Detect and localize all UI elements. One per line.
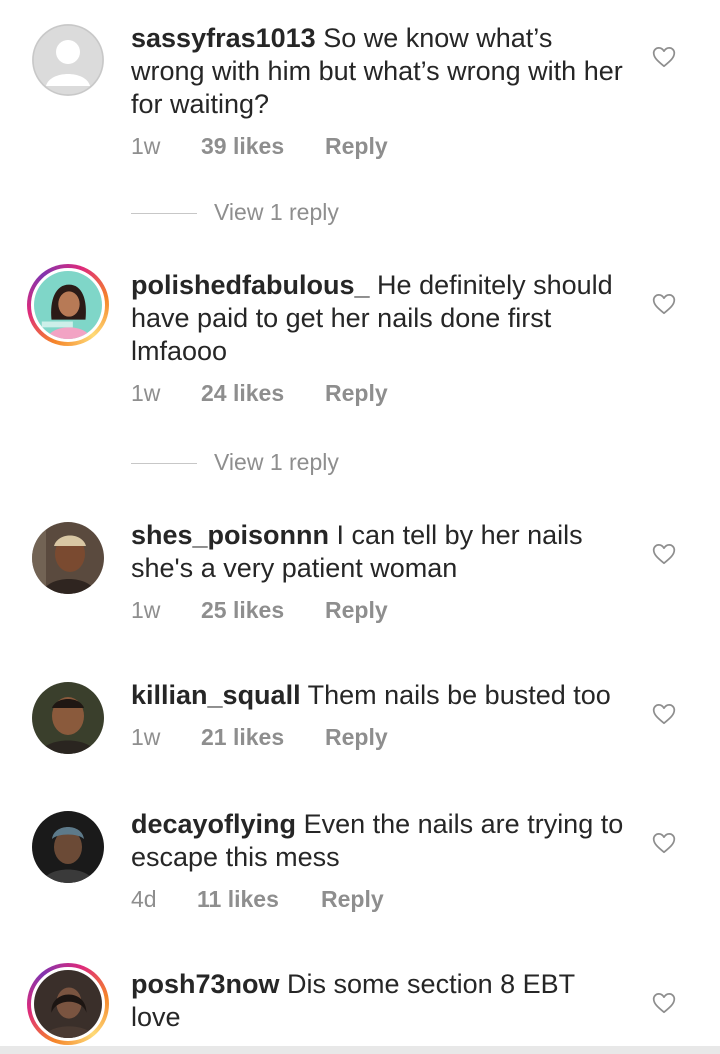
- comment-body: polishedfabulous_ He definitely should h…: [131, 269, 631, 410]
- comment-time: 4d: [131, 886, 157, 912]
- avatar[interactable]: [32, 24, 104, 96]
- comment-text: decayoflying Even the nails are trying t…: [131, 808, 631, 874]
- comment-text: sassyfras1013 So we know what’s wrong wi…: [131, 22, 631, 121]
- username[interactable]: polishedfabulous_: [131, 270, 370, 300]
- heart-outline-icon[interactable]: [651, 541, 677, 567]
- comment-body: decayoflying Even the nails are trying t…: [131, 808, 631, 916]
- comment-content: Them nails be busted too: [307, 680, 611, 710]
- reply-button[interactable]: Reply: [325, 133, 388, 160]
- profile-photo-icon: [32, 522, 104, 594]
- username[interactable]: killian_squall: [131, 680, 301, 710]
- reply-button[interactable]: Reply: [325, 724, 388, 751]
- avatar[interactable]: [32, 811, 104, 883]
- username[interactable]: posh73now: [131, 969, 280, 999]
- comment-time: 1w: [131, 133, 161, 159]
- view-replies-label: View 1 reply: [214, 199, 339, 225]
- heart-outline-icon[interactable]: [651, 44, 677, 70]
- avatar[interactable]: [27, 264, 109, 346]
- view-replies-label: View 1 reply: [214, 449, 339, 475]
- reply-button[interactable]: Reply: [325, 380, 388, 407]
- comment-text: posh73now Dis some section 8 EBT love: [131, 968, 631, 1034]
- comment-body: killian_squall Them nails be busted too …: [131, 679, 631, 754]
- comment-meta: 4d 11 likes Reply: [131, 886, 631, 916]
- comment-meta: 1w 21 likes Reply: [131, 724, 631, 754]
- comment-meta: 1w 39 likes Reply: [131, 133, 631, 163]
- comment-body: posh73now Dis some section 8 EBT love: [131, 968, 631, 1034]
- likes-count[interactable]: 25 likes: [201, 597, 284, 624]
- heart-outline-icon[interactable]: [651, 701, 677, 727]
- comment-meta: 1w 25 likes Reply: [131, 597, 631, 627]
- avatar[interactable]: [27, 963, 109, 1045]
- username[interactable]: shes_poisonnn: [131, 520, 329, 550]
- comment-time: 1w: [131, 724, 161, 750]
- heart-outline-icon[interactable]: [651, 291, 677, 317]
- username[interactable]: decayoflying: [131, 809, 296, 839]
- cartoon-portrait-icon: [34, 271, 102, 339]
- profile-photo-icon: [32, 682, 104, 754]
- reply-button[interactable]: Reply: [321, 886, 384, 913]
- default-avatar-icon: [32, 24, 104, 96]
- screen-edge: [0, 1046, 720, 1054]
- comment-meta: 1w 24 likes Reply: [131, 380, 631, 410]
- comment-text: killian_squall Them nails be busted too: [131, 679, 631, 712]
- comment-text: polishedfabulous_ He definitely should h…: [131, 269, 631, 368]
- username[interactable]: sassyfras1013: [131, 23, 316, 53]
- avatar-image: [31, 268, 105, 342]
- comment-body: sassyfras1013 So we know what’s wrong wi…: [131, 22, 631, 163]
- reply-button[interactable]: Reply: [325, 597, 388, 624]
- heart-outline-icon[interactable]: [651, 830, 677, 856]
- divider-line: [131, 463, 197, 464]
- comment-text: shes_poisonnn I can tell by her nails sh…: [131, 519, 631, 585]
- avatar[interactable]: [32, 522, 104, 594]
- heart-outline-icon[interactable]: [651, 990, 677, 1016]
- likes-count[interactable]: 21 likes: [201, 724, 284, 751]
- likes-count[interactable]: 11 likes: [197, 886, 279, 913]
- profile-photo-icon: [34, 970, 102, 1038]
- divider-line: [131, 213, 197, 214]
- comment-body: shes_poisonnn I can tell by her nails sh…: [131, 519, 631, 627]
- avatar-image: [31, 967, 105, 1041]
- comment-time: 1w: [131, 380, 161, 406]
- likes-count[interactable]: 24 likes: [201, 380, 284, 407]
- profile-photo-icon: [32, 811, 104, 883]
- avatar[interactable]: [32, 682, 104, 754]
- likes-count[interactable]: 39 likes: [201, 133, 284, 160]
- comment-time: 1w: [131, 597, 161, 623]
